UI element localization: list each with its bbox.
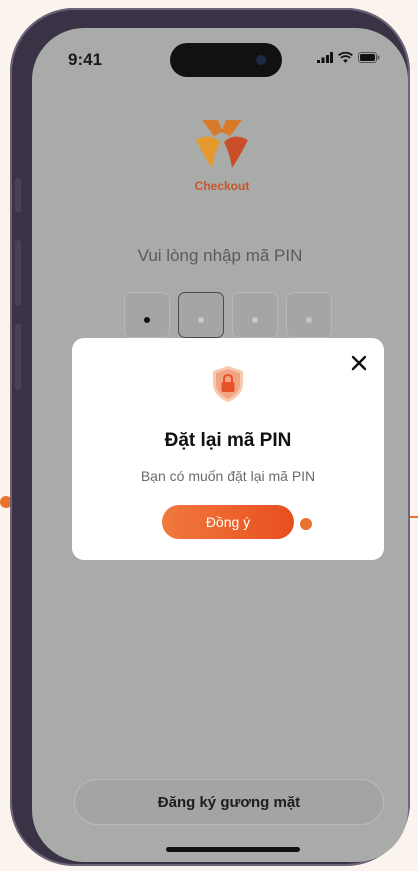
dialog-title: Đặt lại mã PIN (164, 430, 292, 451)
dynamic-island (170, 43, 282, 77)
pin-dot-empty (252, 317, 258, 323)
signal-icon (317, 52, 333, 63)
side-button-volume-down (15, 324, 21, 390)
pin-digit-box[interactable] (178, 292, 224, 338)
confirm-button[interactable]: Đồng ý (162, 505, 294, 539)
pin-dot-empty (306, 317, 312, 323)
checkout-logo-icon (196, 120, 248, 168)
pin-digit-box[interactable] (232, 292, 278, 338)
shield-lock-icon (213, 366, 243, 402)
brand-name: Checkout (194, 179, 250, 193)
pin-prompt: Vui lòng nhập mã PIN (137, 246, 303, 265)
battery-icon (358, 52, 380, 63)
pin-input-group[interactable] (124, 292, 332, 338)
status-time: 9:41 (68, 50, 103, 69)
annotation-marker-confirm (298, 516, 314, 532)
app-screen: 9:41 Checkout Vui lòng nhập mã PIN Đặt l… (32, 28, 408, 862)
wifi-icon (338, 52, 353, 63)
pin-dot-filled (144, 317, 150, 323)
close-icon[interactable] (348, 352, 370, 374)
status-bar: 9:41 (32, 28, 408, 84)
pin-dot-empty (198, 317, 204, 323)
dialog-message: Bạn có muốn đặt lại mã PIN (140, 468, 316, 484)
pin-digit-box[interactable] (124, 292, 170, 338)
brand-logo: Checkout (192, 116, 252, 193)
status-icons (317, 52, 380, 63)
camera-icon (256, 55, 266, 65)
home-indicator[interactable] (166, 847, 300, 852)
pin-digit-box[interactable] (286, 292, 332, 338)
side-button-volume-up (15, 240, 21, 306)
reset-pin-dialog: Đặt lại mã PIN Bạn có muốn đặt lại mã PI… (72, 338, 384, 560)
side-button-action (15, 178, 21, 212)
face-register-button[interactable]: Đăng ký gương mặt (74, 779, 384, 825)
phone-frame: 9:41 Checkout Vui lòng nhập mã PIN Đặt l… (10, 8, 410, 866)
